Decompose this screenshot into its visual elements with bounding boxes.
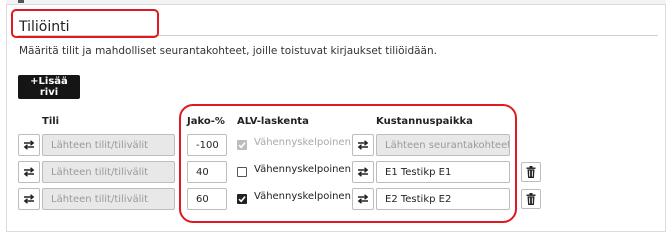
trash-icon (526, 193, 536, 205)
account-field[interactable]: Lähteen tilit/tilivälit (42, 188, 175, 210)
trash-icon (526, 166, 536, 178)
swap-arrows-icon (23, 140, 35, 150)
swap-button[interactable] (18, 188, 40, 210)
delete-row-button[interactable] (521, 162, 541, 182)
swap-button[interactable] (18, 134, 40, 156)
column-header-account: Tili (42, 116, 60, 127)
annotation-highlight-columns (179, 104, 517, 223)
swap-button[interactable] (18, 161, 40, 183)
delete-row-button[interactable] (521, 189, 541, 209)
section-description: Määritä tilit ja mahdolliset seurantakoh… (19, 45, 437, 57)
account-field[interactable]: Lähteen tilit/tilivälit (42, 134, 175, 156)
add-row-button[interactable]: +Lisää rivi (18, 75, 80, 99)
annotation-highlight-title (11, 9, 159, 38)
account-field[interactable]: Lähteen tilit/tilivälit (42, 161, 175, 183)
top-tick (18, 0, 24, 3)
swap-arrows-icon (23, 167, 35, 177)
swap-arrows-icon (23, 194, 35, 204)
